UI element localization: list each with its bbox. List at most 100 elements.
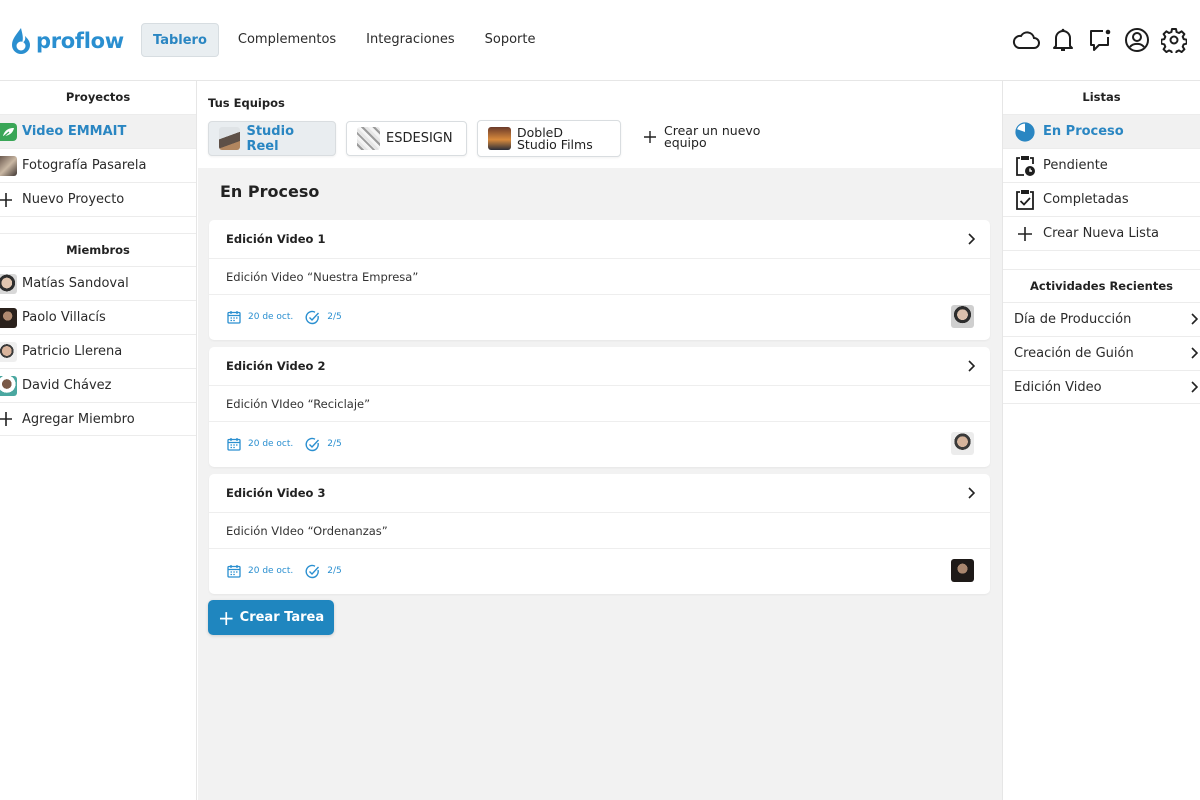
list-item-completadas[interactable]: Completadas	[1003, 182, 1200, 216]
task-description: Edición VIdeo “Reciclaje”	[209, 386, 990, 422]
nav-soporte[interactable]: Soporte	[474, 23, 547, 57]
new-project-button[interactable]: Nuevo Proyecto	[0, 182, 196, 216]
task-card[interactable]: Edición Video 2 Edición VIdeo “Reciclaje…	[209, 347, 990, 467]
activity-label: Edición Video	[1014, 379, 1102, 395]
check-circle-icon	[305, 310, 320, 324]
list-label: Completadas	[1043, 192, 1129, 207]
task-progress: 2/5	[327, 439, 342, 449]
task-title: Edición Video 2	[226, 359, 326, 373]
task-date: 20 de oct.	[248, 312, 294, 322]
right-sidebar: Listas En Proceso Pendiente Completadas …	[1002, 81, 1200, 800]
projects-title: Proyectos	[65, 90, 131, 104]
assignee-avatar[interactable]	[951, 432, 974, 455]
team-label-line: Studio Films	[517, 136, 593, 152]
create-list-button[interactable]: Crear Nueva Lista	[1003, 216, 1200, 250]
project-item-fotografia-pasarela[interactable]: Fotografía Pasarela	[0, 148, 196, 182]
calendar-icon	[227, 438, 241, 451]
account-icon[interactable]	[1123, 26, 1151, 54]
avatar	[0, 375, 17, 396]
chevron-right-icon	[1191, 381, 1198, 393]
cloud-icon[interactable]	[1012, 26, 1040, 54]
plus-icon	[644, 131, 656, 143]
assignee-avatar[interactable]	[951, 305, 974, 328]
task-card[interactable]: Edición Video 3 Edición VIdeo “Ordenanza…	[209, 474, 990, 594]
task-meta: 20 de oct. 2/5	[209, 549, 990, 593]
member-item[interactable]: Matías Sandoval	[0, 266, 196, 300]
task-card-header[interactable]: Edición Video 3	[209, 474, 990, 513]
task-description: Edición Video “Nuestra Empresa”	[209, 259, 990, 295]
proflow-logo[interactable]: proflow	[10, 26, 124, 56]
task-progress: 2/5	[327, 566, 342, 576]
plus-icon	[0, 409, 17, 429]
brand-name: proflow	[36, 29, 124, 53]
team-label: ESDESIGN	[386, 131, 453, 146]
clipboard-clock-icon	[1015, 155, 1035, 176]
plus-icon	[0, 190, 17, 210]
member-name: Paolo Villacís	[22, 310, 106, 325]
create-task-button[interactable]: + Crear Tarea	[208, 600, 334, 635]
leaf-icon	[0, 122, 17, 142]
create-task-label: Crear Tarea	[239, 610, 325, 625]
header-actions	[1003, 26, 1188, 54]
create-team-label: Crear un nuevo equipo	[664, 124, 784, 150]
task-card-header[interactable]: Edición Video 2	[209, 347, 990, 386]
member-item[interactable]: David Chávez	[0, 368, 196, 402]
activity-item[interactable]: Creación de Guión	[1003, 336, 1200, 370]
chevron-right-icon	[1191, 347, 1198, 359]
nav-tablero[interactable]: Tablero	[141, 23, 219, 57]
task-title: Edición Video 1	[226, 232, 326, 246]
section-heading: En Proceso	[220, 182, 320, 201]
chat-notification-icon[interactable]	[1086, 26, 1114, 54]
pie-progress-icon	[1015, 121, 1035, 142]
member-name: Matías Sandoval	[22, 276, 129, 291]
activity-item[interactable]: Día de Producción	[1003, 302, 1200, 336]
bell-icon[interactable]	[1049, 26, 1077, 54]
list-item-en-proceso[interactable]: En Proceso	[1003, 114, 1200, 148]
team-dobled-studio-films[interactable]: DobleD Studio Films	[477, 120, 621, 157]
list-item-pendiente[interactable]: Pendiente	[1003, 148, 1200, 182]
task-progress: 2/5	[327, 312, 342, 322]
left-sidebar: Proyectos Video EMMAIT Fotografía Pasare…	[0, 81, 197, 800]
check-circle-icon	[305, 437, 320, 451]
task-card[interactable]: Edición Video 1 Edición Video “Nuestra E…	[209, 220, 990, 340]
plus-icon: +	[217, 605, 235, 630]
divider	[0, 216, 196, 233]
task-date: 20 de oct.	[248, 439, 294, 449]
task-card-header[interactable]: Edición Video 1	[209, 220, 990, 259]
team-studio-reel[interactable]: Studio Reel	[208, 121, 336, 156]
team-thumbnail	[357, 127, 380, 150]
teams-bar: Tus Equipos Studio Reel ESDESIGN DobleD S…	[198, 81, 1002, 168]
avatar	[0, 341, 17, 362]
plus-icon	[1015, 224, 1035, 244]
nav-complementos[interactable]: Complementos	[227, 23, 347, 57]
project-item-video-emmait[interactable]: Video EMMAIT	[0, 114, 196, 148]
project-thumbnail	[0, 155, 17, 176]
teams-title: Tus Equipos	[208, 96, 285, 110]
nav-integraciones[interactable]: Integraciones	[355, 23, 465, 57]
assignee-avatar[interactable]	[951, 559, 974, 582]
member-item[interactable]: Paolo Villacís	[0, 300, 196, 334]
member-item[interactable]: Patricio Llerena	[0, 334, 196, 368]
member-name: Patricio Llerena	[22, 344, 123, 359]
chevron-right-icon	[1191, 313, 1198, 325]
task-description: Edición VIdeo “Ordenanzas”	[209, 513, 990, 549]
activity-item[interactable]: Edición Video	[1003, 370, 1200, 404]
task-meta: 20 de oct. 2/5	[209, 422, 990, 466]
chevron-right-icon[interactable]	[967, 233, 975, 245]
calendar-icon	[227, 565, 241, 578]
add-member-button[interactable]: Agregar Miembro	[0, 402, 196, 436]
avatar	[0, 273, 17, 294]
create-team-button[interactable]: Crear un nuevo equipo	[644, 124, 784, 150]
chevron-right-icon[interactable]	[967, 487, 975, 499]
add-member-label: Agregar Miembro	[22, 411, 135, 427]
members-title: Miembros	[0, 233, 196, 266]
task-date: 20 de oct.	[248, 566, 294, 576]
project-label: Fotografía Pasarela	[22, 158, 147, 173]
chevron-right-icon[interactable]	[967, 360, 975, 372]
team-esdesign[interactable]: ESDESIGN	[346, 121, 467, 156]
avatar	[0, 307, 17, 328]
lists-title: Listas	[1082, 90, 1121, 104]
create-team-label-line: equipo	[664, 135, 707, 150]
main-content: Tus Equipos Studio Reel ESDESIGN DobleD S…	[198, 81, 1002, 800]
settings-icon[interactable]	[1160, 26, 1188, 54]
